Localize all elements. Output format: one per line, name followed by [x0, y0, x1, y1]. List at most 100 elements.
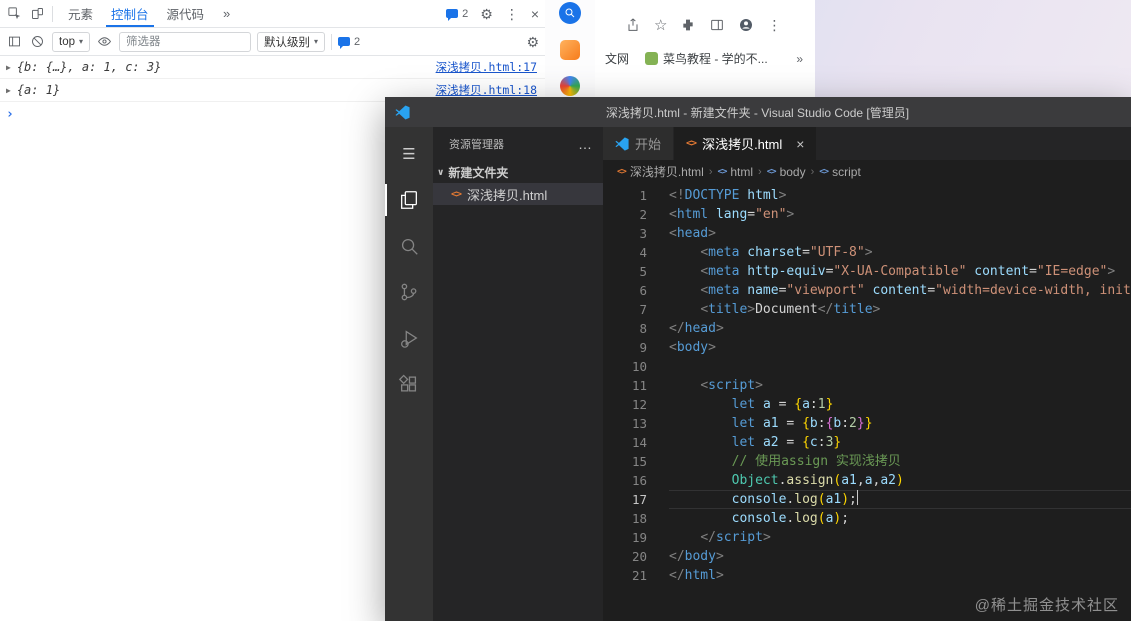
explorer-more-icon[interactable]: … [578, 136, 593, 152]
prompt-chevron-icon: › [6, 107, 14, 122]
editor-tab[interactable]: 开始 [603, 127, 675, 160]
colorful-app-icon[interactable] [560, 76, 580, 96]
clear-console-icon[interactable] [29, 33, 46, 50]
search-icon[interactable] [559, 2, 581, 24]
console-sidebar-icon[interactable] [6, 33, 23, 50]
devtools-menu-icon[interactable]: ⋮ [505, 7, 519, 21]
run-debug-icon[interactable] [385, 315, 433, 361]
code-token: c [809, 435, 818, 450]
editor-tab[interactable]: <> 深浅拷贝.html × [674, 127, 818, 160]
folder-section[interactable]: ∨ 新建文件夹 [433, 161, 603, 183]
expand-triangle-icon[interactable]: ▶ [6, 63, 11, 72]
code-line[interactable]: 18 console.log(a); [603, 509, 1131, 528]
code-token: = [778, 416, 803, 431]
bookmarks-bar: 文网 菜鸟教程 - 学的不... » [595, 38, 815, 67]
code-line[interactable]: 15 // 使用assign 实现浅拷贝 [603, 452, 1131, 471]
code-line[interactable]: 16 Object.assign(a1,a,a2) [603, 471, 1131, 490]
code-line[interactable]: 20 </body> [603, 547, 1131, 566]
source-link[interactable]: 深浅拷贝.html:17 [436, 59, 537, 75]
code-token: ) [896, 473, 904, 488]
html-file-icon: <> [686, 138, 697, 149]
tabs-overflow-button[interactable]: » [219, 6, 234, 21]
code-line[interactable]: 10 [603, 357, 1131, 376]
code-line[interactable]: 8 </head> [603, 319, 1131, 338]
code-line[interactable]: 19 </script> [603, 528, 1131, 547]
device-toolbar-icon[interactable] [29, 5, 46, 22]
code-token: a [762, 397, 771, 412]
devtools-close-icon[interactable]: × [531, 7, 539, 21]
code-token: http-equiv [747, 264, 826, 279]
favorite-star-icon[interactable]: ☆ [654, 18, 667, 33]
code-token: head [684, 321, 716, 336]
breadcrumb-item[interactable]: <> html [718, 165, 754, 179]
devtools-tab[interactable]: 元素 [59, 0, 102, 27]
code-line[interactable]: 12 let a = {a:1} [603, 395, 1131, 414]
code-lines: 1 <!DOCTYPE html> 2 <html lang="en"> 3 <head>… [603, 183, 1131, 621]
code-line[interactable]: 13 let a1 = {b:{b:2}} [603, 414, 1131, 433]
live-expression-eye-icon[interactable] [96, 33, 113, 50]
code-line[interactable]: 3 <head> [603, 224, 1131, 243]
profile-avatar-icon[interactable] [738, 17, 754, 33]
extensions-icon[interactable] [385, 361, 433, 407]
code-token: ; [849, 492, 857, 507]
log-levels-selector[interactable]: 默认级别 ▾ [257, 31, 326, 52]
code-line[interactable]: 17 console.log(a1); [603, 490, 1131, 509]
line-number: 13 [631, 416, 647, 431]
menu-icon[interactable]: ☰ [385, 131, 433, 177]
code-line[interactable]: 21 </html> [603, 566, 1131, 585]
browser-side-strip [545, 0, 596, 99]
bookmarks-overflow-button[interactable]: » [796, 52, 809, 66]
code-line[interactable]: 9 <body> [603, 338, 1131, 357]
devtools-tab[interactable]: 控制台 [102, 0, 158, 27]
code-token: "viewport" [786, 283, 865, 298]
source-control-icon[interactable] [385, 269, 433, 315]
console-message-row[interactable]: ▶ {b: {…}, a: 1, c: 3} 深浅拷贝.html:17 [0, 56, 545, 79]
tab-close-icon[interactable]: × [796, 137, 804, 151]
browser-menu-icon[interactable]: ⋮ [767, 18, 781, 32]
breadcrumb-item[interactable]: <> script [819, 165, 861, 179]
inspect-element-icon[interactable] [6, 5, 23, 22]
breadcrumb-separator: › [708, 165, 713, 178]
code-token: assign [786, 473, 834, 488]
breadcrumb-item[interactable]: <> body [767, 165, 806, 179]
explorer-icon[interactable] [385, 177, 433, 223]
code-line[interactable]: 11 <script> [603, 376, 1131, 395]
code-line[interactable]: 2 <html lang="en"> [603, 205, 1131, 224]
code-line[interactable]: 1 <!DOCTYPE html> [603, 186, 1131, 205]
share-icon[interactable] [625, 17, 641, 33]
code-line[interactable]: 14 let a2 = {c:3} [603, 433, 1131, 452]
split-window-icon[interactable] [709, 17, 725, 33]
code-content [669, 357, 1131, 376]
issues-badge[interactable]: 2 [446, 8, 468, 21]
breadcrumb-label: body [779, 164, 806, 179]
code-line[interactable]: 5 <meta http-equiv = "X-UA-Compatible" con… [603, 262, 1131, 281]
console-filter-input[interactable] [119, 31, 252, 52]
breadcrumb-item[interactable]: <> 深浅拷贝.html [617, 163, 704, 180]
console-settings-icon[interactable]: ⚙ [526, 35, 539, 49]
code-line[interactable]: 4 <meta charset="UTF-8"> [603, 243, 1131, 262]
code-token: < [700, 245, 709, 260]
file-item-selected[interactable]: <> 深浅拷贝.html [433, 183, 603, 205]
context-selector[interactable]: top ▾ [52, 31, 91, 52]
code-content: <meta name="viewport" content="width=dev… [669, 281, 1131, 300]
code-token: > [755, 378, 763, 393]
source-link[interactable]: 深浅拷贝.html:18 [436, 82, 537, 98]
code-token: = [927, 283, 936, 298]
code-content: <body> [669, 338, 1131, 357]
code-line[interactable]: 6 <meta name="viewport" content="width=d… [603, 281, 1131, 300]
code-line[interactable]: 7 <title>Document</title> [603, 300, 1131, 319]
breadcrumb-separator: › [810, 165, 815, 178]
bookmark-item[interactable]: 文网 [605, 50, 629, 67]
bookmark-item[interactable]: 菜鸟教程 - 学的不... [645, 50, 768, 67]
search-icon[interactable] [385, 223, 433, 269]
extension-icon[interactable] [680, 17, 696, 33]
code-token: = [1029, 264, 1037, 279]
orange-app-icon[interactable] [560, 40, 580, 60]
devtools-settings-icon[interactable]: ⚙ [480, 7, 493, 21]
devtools-tab[interactable]: 源代码 [158, 0, 214, 27]
expand-triangle-icon[interactable]: ▶ [6, 86, 11, 95]
console-issues-badge[interactable]: 2 [338, 36, 360, 49]
code-token: content [974, 264, 1030, 279]
code-token: } [864, 416, 873, 431]
